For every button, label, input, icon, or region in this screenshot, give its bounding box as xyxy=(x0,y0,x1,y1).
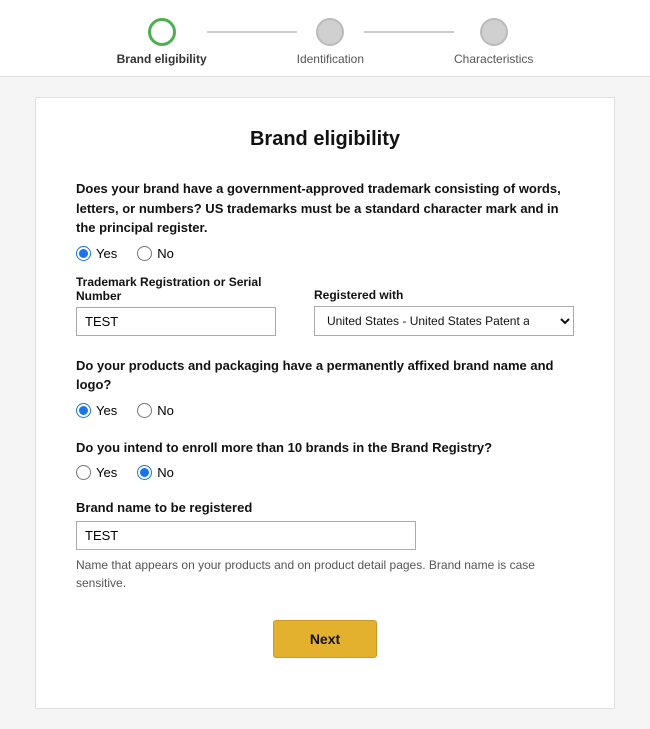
page-title: Brand eligibility xyxy=(76,128,574,151)
q3-no-text: No xyxy=(157,465,174,480)
step2-label: Identification xyxy=(297,52,364,66)
q1-text: Does your brand have a government-approv… xyxy=(76,179,574,238)
registered-with-group: Registered with United States - United S… xyxy=(314,288,574,336)
step-connector-1 xyxy=(207,31,297,33)
brand-name-hint: Name that appears on your products and o… xyxy=(76,556,574,592)
q1-yes-text: Yes xyxy=(96,246,117,261)
question-block-3: Do you intend to enroll more than 10 bra… xyxy=(76,438,574,481)
q1-yes-label[interactable]: Yes xyxy=(76,246,117,261)
question-block-2: Do your products and packaging have a pe… xyxy=(76,356,574,418)
q1-yes-radio[interactable] xyxy=(76,246,91,261)
q3-no-radio[interactable] xyxy=(137,465,152,480)
next-button[interactable]: Next xyxy=(273,620,377,658)
q3-no-label[interactable]: No xyxy=(137,465,174,480)
q1-no-radio[interactable] xyxy=(137,246,152,261)
step3-circle xyxy=(480,18,508,46)
step1-label: Brand eligibility xyxy=(117,52,207,66)
trademark-fields-row: Trademark Registration or Serial Number … xyxy=(76,275,574,336)
step3-label: Characteristics xyxy=(454,52,533,66)
brand-name-input[interactable] xyxy=(76,521,416,550)
q2-no-label[interactable]: No xyxy=(137,403,174,418)
step-connector-2 xyxy=(364,31,454,33)
page-wrapper: Brand eligibility Identification Charact… xyxy=(0,0,650,729)
question-block-1: Does your brand have a government-approv… xyxy=(76,179,574,336)
registered-with-label: Registered with xyxy=(314,288,574,302)
content-card: Brand eligibility Does your brand have a… xyxy=(35,97,615,709)
q1-no-label[interactable]: No xyxy=(137,246,174,261)
step-identification: Identification xyxy=(297,18,364,66)
registered-with-select[interactable]: United States - United States Patent and… xyxy=(314,306,574,336)
brand-name-block: Brand name to be registered Name that ap… xyxy=(76,500,574,592)
trademark-reg-group: Trademark Registration or Serial Number xyxy=(76,275,294,336)
step-brand-eligibility: Brand eligibility xyxy=(117,18,207,66)
q2-yes-text: Yes xyxy=(96,403,117,418)
trademark-reg-label: Trademark Registration or Serial Number xyxy=(76,275,294,303)
q1-radio-group: Yes No xyxy=(76,246,574,261)
step1-circle xyxy=(148,18,176,46)
q2-no-text: No xyxy=(157,403,174,418)
q3-text: Do you intend to enroll more than 10 bra… xyxy=(76,438,574,458)
q3-yes-label[interactable]: Yes xyxy=(76,465,117,480)
q3-radio-group: Yes No xyxy=(76,465,574,480)
trademark-reg-input[interactable] xyxy=(76,307,276,336)
step2-circle xyxy=(316,18,344,46)
q3-yes-text: Yes xyxy=(96,465,117,480)
button-row: Next xyxy=(76,620,574,678)
q2-text: Do your products and packaging have a pe… xyxy=(76,356,574,395)
q2-yes-label[interactable]: Yes xyxy=(76,403,117,418)
brand-name-label: Brand name to be registered xyxy=(76,500,574,515)
q2-radio-group: Yes No xyxy=(76,403,574,418)
q1-no-text: No xyxy=(157,246,174,261)
stepper: Brand eligibility Identification Charact… xyxy=(0,0,650,77)
step-characteristics: Characteristics xyxy=(454,18,533,66)
q3-yes-radio[interactable] xyxy=(76,465,91,480)
q2-yes-radio[interactable] xyxy=(76,403,91,418)
q2-no-radio[interactable] xyxy=(137,403,152,418)
